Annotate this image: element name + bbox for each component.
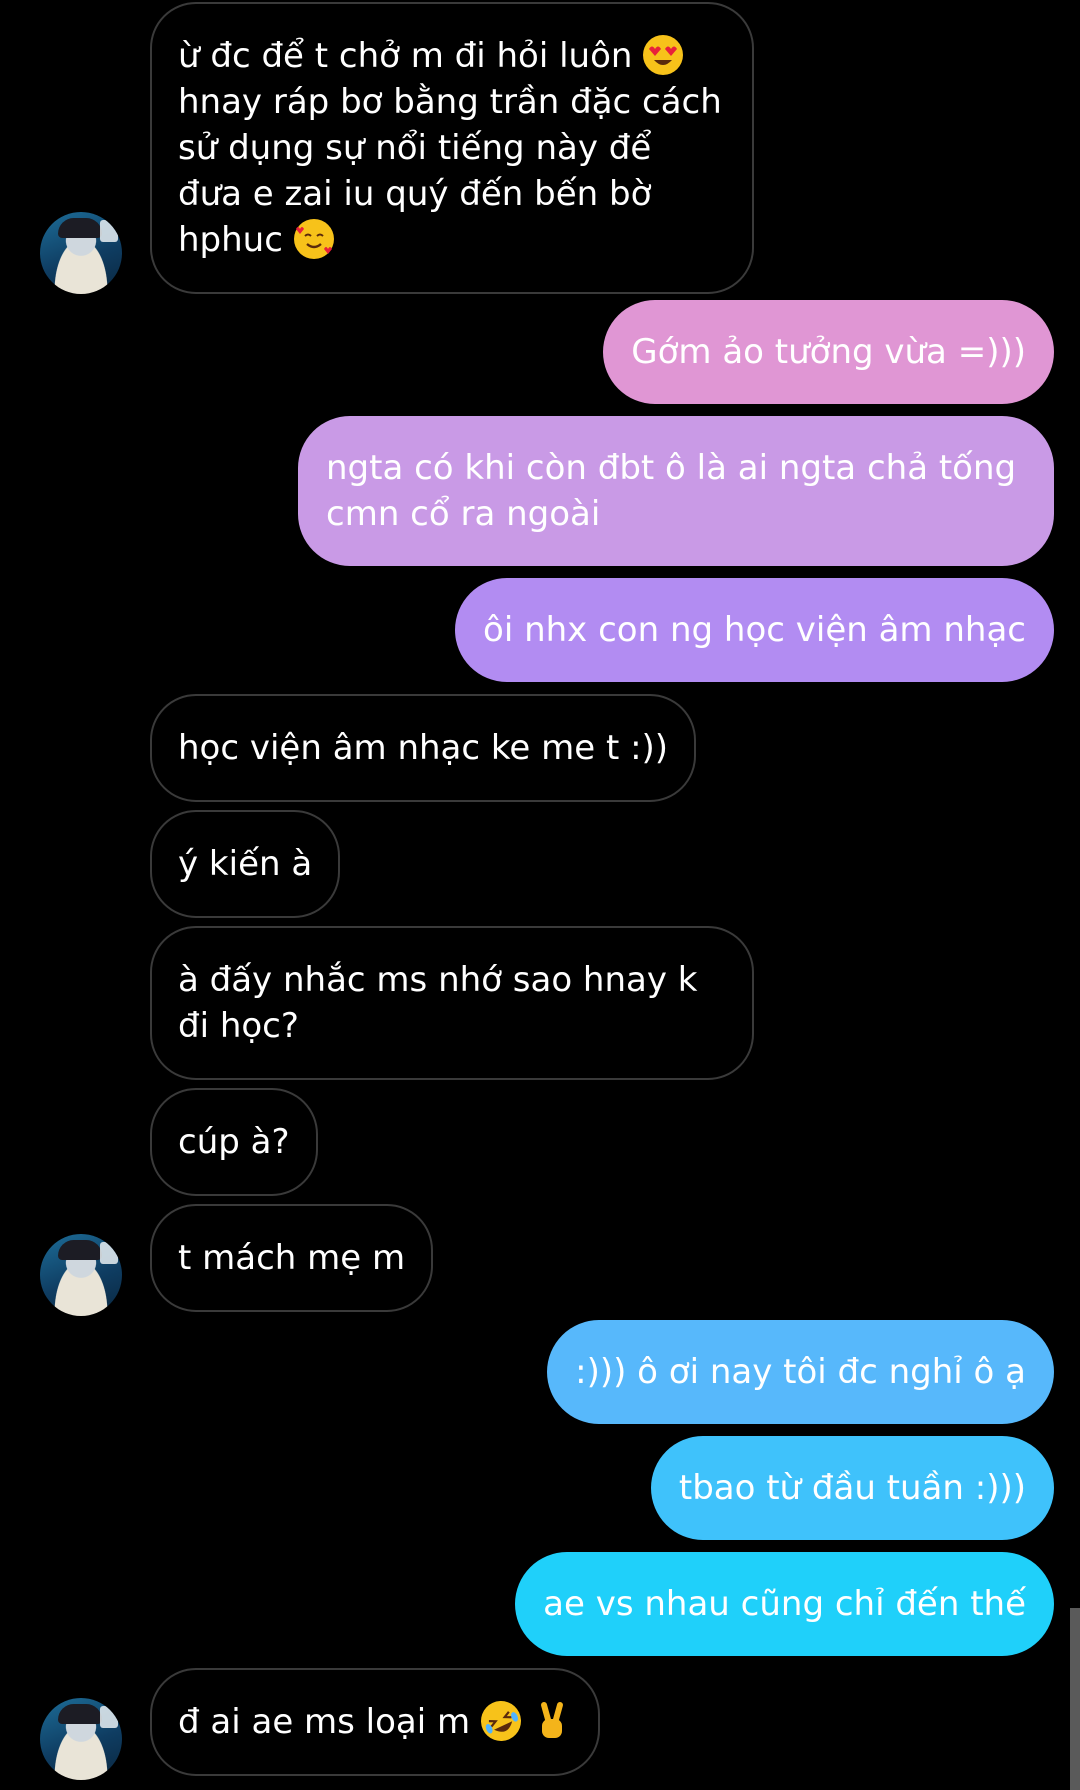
contact-avatar[interactable] [40,1234,122,1316]
message-text: đ ai ae ms loại m [178,1702,471,1742]
outgoing-message-bubble[interactable]: ae vs nhau cũng chỉ đến thế [515,1552,1054,1656]
outgoing-message-bubble[interactable]: ôi nhx con ng học viện âm nhạc [455,578,1054,682]
outgoing-message-bubble[interactable]: :))) ô ơi nay tôi đc nghỉ ô ạ [547,1320,1054,1424]
outgoing-message-bubble[interactable]: Gớm ảo tưởng vừa =))) [603,300,1054,404]
message-text: ừ đc để t chở m đi hỏi luôn [178,36,633,76]
incoming-message-bubble[interactable]: à đấy nhắc ms nhớ sao hnay k đi học? [150,926,754,1080]
victory-hand-emoji-icon [532,1701,572,1741]
incoming-message-bubble[interactable]: t mách mẹ m [150,1204,434,1312]
incoming-message-bubble[interactable]: ý kiến à [150,810,341,918]
smiling-face-with-hearts-emoji-icon [293,219,334,259]
contact-avatar[interactable] [40,1698,122,1780]
contact-avatar[interactable] [40,212,122,294]
heart-eyes-emoji-icon [643,35,684,75]
rolling-on-floor-laughing-emoji-icon [474,1694,528,1748]
message-text: hnay ráp bơ bằng trần đặc cách sử dụng s… [178,82,722,260]
incoming-message-bubble[interactable]: học viện âm nhạc ke me t :)) [150,694,697,802]
incoming-message-bubble[interactable]: ừ đc để t chở m đi hỏi luôn hnay ráp bơ … [150,2,754,294]
message-thread: ừ đc để t chở m đi hỏi luôn hnay ráp bơ … [0,0,1080,1790]
scrollbar[interactable] [1070,1608,1080,1790]
incoming-message-bubble[interactable]: cúp à? [150,1088,318,1196]
incoming-message-bubble[interactable]: đ ai ae ms loại m [150,1668,600,1776]
outgoing-message-bubble[interactable]: tbao từ đầu tuần :))) [650,1436,1054,1540]
outgoing-message-bubble[interactable]: ngta có khi còn đbt ô là ai ngta chả tốn… [298,416,1054,566]
